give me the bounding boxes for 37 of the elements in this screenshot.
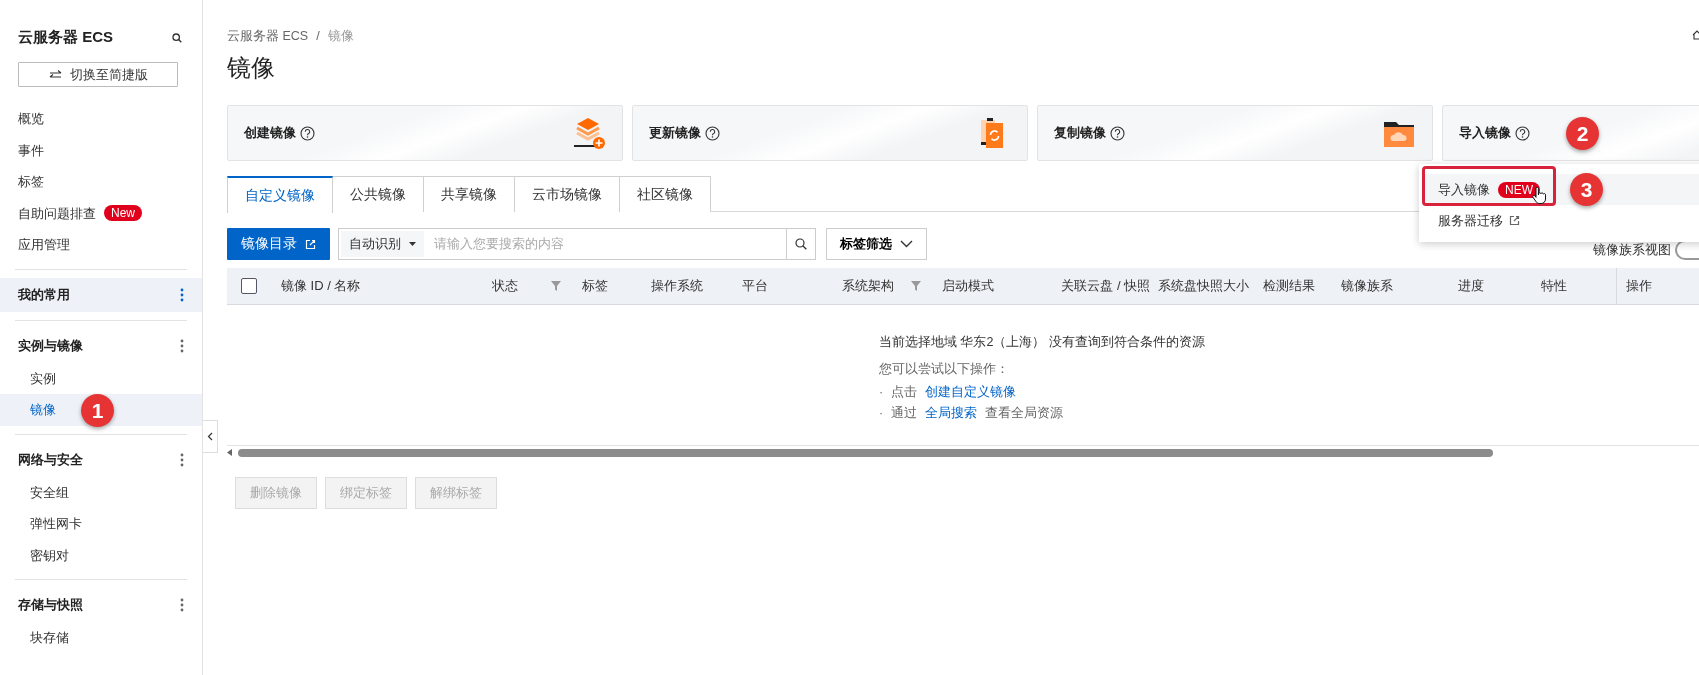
bulk-action-button: 删除镜像 — [235, 477, 317, 509]
new-badge: NEW — [1498, 181, 1540, 198]
column-header: 状态 — [491, 277, 518, 296]
card-title: 导入镜像 — [1459, 124, 1511, 143]
toggle-label: 镜像族系视图 — [1593, 241, 1671, 259]
column-header: 平台 — [741, 277, 768, 296]
card-title: 更新镜像 — [649, 124, 701, 143]
bullet: · — [879, 405, 884, 423]
column-header: 操作 — [1626, 277, 1653, 296]
breadcrumb-separator: / — [316, 28, 320, 45]
card-title: 复制镜像 — [1054, 124, 1106, 143]
empty-hint: 您可以尝试以下操作： — [879, 360, 1010, 378]
bulk-action-button: 解绑标签 — [415, 477, 497, 509]
suggestion-text: 通过 — [891, 405, 918, 423]
suggestion-text: 查看全局资源 — [985, 405, 1064, 423]
breadcrumb-current: 镜像 — [327, 28, 354, 45]
column-header: 关联云盘 / 快照 — [1061, 277, 1151, 296]
column-header: 操作系统 — [650, 277, 703, 296]
step-marker: 2 — [1566, 117, 1599, 150]
column-header: 镜像族系 — [1341, 277, 1394, 296]
column-header: 特性 — [1541, 277, 1568, 296]
column-header: 镜像 ID / 名称 — [281, 277, 361, 296]
app-title: 云服务器 ECS — [18, 27, 113, 48]
column-header: 启动模式 — [941, 277, 994, 296]
column-header: 标签 — [581, 277, 608, 296]
empty-message: 当前选择地域 华东2（上海） 没有查询到符合条件的资源 — [879, 334, 1206, 351]
column-header: 系统架构 — [841, 277, 894, 296]
suggestion-text: 点击 — [891, 383, 918, 401]
bullet: · — [879, 383, 884, 401]
column-header: 进度 — [1458, 277, 1485, 296]
page-title: 镜像 — [227, 53, 276, 83]
bulk-action-button: 绑定标签 — [325, 477, 407, 509]
column-header: 检测结果 — [1263, 277, 1316, 296]
step-marker: 1 — [81, 394, 114, 427]
card-title: 创建镜像 — [244, 124, 296, 143]
new-badge: New — [104, 205, 142, 222]
column-header: 系统盘快照大小 — [1158, 277, 1250, 296]
